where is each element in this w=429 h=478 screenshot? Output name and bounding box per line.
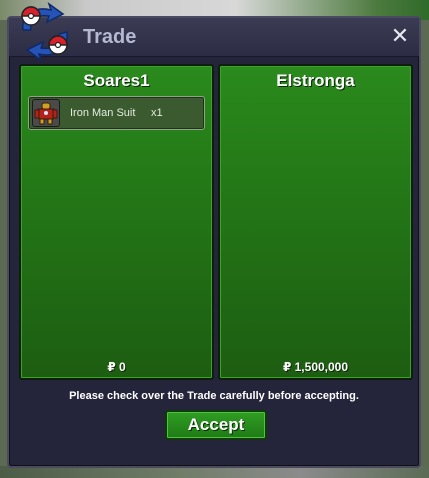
money-offer: ₽ 1,500,000 (282, 360, 349, 374)
player-offer-panel-left: Soares1 Iron Man Suit x1 ₽ 0 (19, 64, 214, 380)
trade-notice: Please check over the Trade carefully be… (69, 390, 359, 402)
trade-panels: Soares1 Iron Man Suit x1 ₽ 0 Elstronga ₽… (19, 64, 417, 382)
accept-button[interactable]: Accept (165, 410, 267, 440)
close-icon[interactable]: ✕ (387, 23, 413, 49)
player-name: Soares1 (83, 71, 150, 90)
pokeball-swap-icon (21, 2, 68, 62)
money-offer: ₽ 0 (107, 360, 126, 374)
trade-window: Trade ✕ Soares1 Iron Man Suit x1 ₽ 0 Els… (7, 2, 421, 468)
trade-item-slot[interactable]: Iron Man Suit x1 (28, 96, 205, 130)
player-offer-panel-right: Elstronga ₽ 1,500,000 (218, 64, 413, 380)
window-title: Trade (83, 26, 137, 48)
item-name: Iron Man Suit (70, 107, 136, 119)
player-name: Elstronga (276, 71, 355, 90)
iron-man-suit-icon (32, 99, 60, 127)
item-quantity: x1 (151, 107, 163, 119)
